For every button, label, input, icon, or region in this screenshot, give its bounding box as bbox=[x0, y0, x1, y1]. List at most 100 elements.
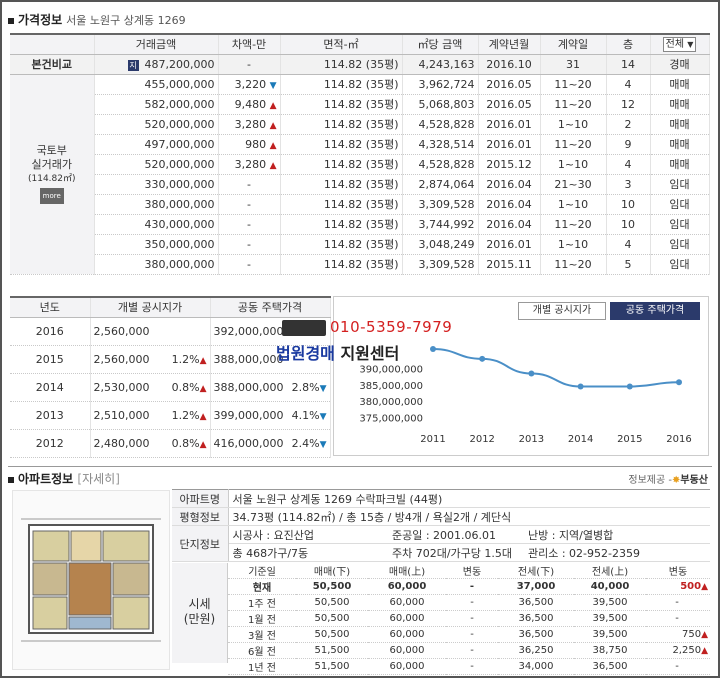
deal-ym: 2015.11 bbox=[478, 254, 541, 275]
deal-row: 380,000,000 - 114.82 (35평) 3,309,528 201… bbox=[10, 194, 710, 215]
deal-ym: 2016.04 bbox=[478, 174, 541, 195]
dropdown-arrow-icon: ▼ bbox=[687, 39, 694, 49]
deal-row: 350,000,000 - 114.82 (35평) 3,048,249 201… bbox=[10, 234, 710, 255]
data-point bbox=[430, 346, 436, 353]
data-point bbox=[577, 383, 584, 390]
deal-type: 임대 bbox=[650, 254, 710, 275]
deal-type: 임대 bbox=[650, 214, 710, 235]
own-row: 본건비교 지 487,200,000 - 114.82 (35평) 4,243,1… bbox=[10, 54, 710, 75]
up-arrow-icon: ▲ bbox=[701, 646, 708, 656]
apt-size-label: 평형정보 bbox=[172, 507, 229, 526]
apt-completed: 준공일 : 2001.06.01 bbox=[388, 525, 524, 544]
gosi-year: 2013 bbox=[10, 401, 91, 430]
deal-diff-cell: 980 ▲ bbox=[218, 134, 281, 155]
up-arrow-icon: ▲ bbox=[199, 383, 207, 394]
gosi-land-pct: 1.2% bbox=[171, 408, 200, 422]
deal-area: 114.82 (35평) bbox=[280, 254, 403, 275]
apt-households: 총 468가구/7동 bbox=[228, 543, 388, 562]
deal-row: 국토부 실거래가 (114.82㎡) more 455,000,000 3,220… bbox=[10, 74, 710, 275]
gosi-land-cell: 2,560,000 bbox=[90, 317, 211, 346]
market-cell: 1월 전 bbox=[228, 610, 296, 627]
deal-floor: 10 bbox=[606, 214, 651, 235]
deal-diff-cell: - bbox=[218, 194, 281, 215]
provider-label: 정보제공 - bbox=[628, 475, 672, 486]
market-change-cell: - bbox=[646, 658, 710, 675]
up-arrow-icon: ▲ bbox=[269, 100, 277, 111]
deal-diff: 3,280 bbox=[234, 117, 267, 131]
market-cell: 50,500 bbox=[296, 610, 368, 627]
deal-floor: 4 bbox=[606, 234, 651, 255]
market-cell: 50,500 bbox=[296, 594, 368, 611]
own-area: 114.82 (35평) bbox=[280, 54, 403, 75]
deal-per-m2: 3,962,724 bbox=[402, 74, 479, 95]
down-arrow-icon: ▼ bbox=[269, 80, 277, 91]
col-floor: 층 bbox=[606, 33, 651, 55]
gosi-land-cell: 2,530,000 0.8%▲ bbox=[90, 373, 211, 402]
market-cell: - bbox=[446, 658, 498, 675]
price-section-title: 가격정보 서울 노원구 상계동 1269 bbox=[8, 11, 186, 28]
market-change: - bbox=[675, 613, 679, 624]
deal-ym: 2016.01 bbox=[478, 134, 541, 155]
deal-day: 1~10 bbox=[540, 114, 607, 135]
market-cell: 36,500 bbox=[574, 658, 646, 675]
data-point bbox=[676, 379, 682, 386]
type-filter-select[interactable]: 전체 ▼ bbox=[662, 36, 697, 52]
deal-type: 임대 bbox=[650, 194, 710, 215]
market-change-cell: - bbox=[646, 594, 710, 611]
deal-row: 582,000,000 9,480 ▲ 114.82 (35평) 5,068,8… bbox=[10, 94, 710, 115]
watermark-name: 법원경매 지원센터 bbox=[276, 340, 399, 364]
deal-per-m2: 4,328,514 bbox=[402, 134, 479, 155]
corner-cell bbox=[10, 33, 95, 55]
side-label-1: 국토부 bbox=[36, 144, 67, 157]
gosi-house-pct: 2.8% bbox=[291, 380, 320, 394]
deal-day: 11~20 bbox=[540, 254, 607, 275]
gosi-house: 388,000,000 bbox=[213, 380, 284, 394]
data-point bbox=[528, 370, 535, 377]
deal-type: 매매 bbox=[650, 154, 710, 175]
filter-value: 전체 bbox=[665, 38, 685, 50]
up-arrow-icon: ▲ bbox=[199, 439, 207, 450]
market-cell: 37,000 bbox=[498, 578, 574, 595]
own-per-m2: 4,243,163 bbox=[402, 54, 479, 75]
market-cell: 36,500 bbox=[498, 610, 574, 627]
deal-ym: 2016.01 bbox=[478, 114, 541, 135]
market-row: 1주 전 50,500 60,000-36,500 39,500- bbox=[228, 594, 710, 611]
market-change: 2,250 bbox=[672, 645, 702, 656]
deal-diff-cell: 3,280 ▲ bbox=[218, 154, 281, 175]
gosi-land-cell: 2,480,000 0.8%▲ bbox=[90, 429, 211, 458]
market-cell: 1년 전 bbox=[228, 658, 296, 675]
x-tick-label: 2013 bbox=[519, 434, 544, 445]
deal-type: 매매 bbox=[650, 74, 710, 95]
apt-section-title: 아파트정보 [자세히] bbox=[8, 470, 120, 487]
provider-name: 부동산 bbox=[680, 475, 708, 486]
market-cell: - bbox=[446, 610, 498, 627]
market-change-cell: 500▲ bbox=[646, 578, 710, 595]
apt-name: 서울 노원구 상계동 1269 수락파크빌 (44평) bbox=[228, 489, 710, 508]
deal-day: 11~20 bbox=[540, 94, 607, 115]
own-amount: 487,200,000 bbox=[144, 57, 215, 71]
deal-ym: 2015.12 bbox=[478, 154, 541, 175]
deal-ym: 2016.01 bbox=[478, 234, 541, 255]
deal-type: 임대 bbox=[650, 174, 710, 195]
gosi-land-pct: 0.8% bbox=[171, 380, 200, 394]
detail-link[interactable]: 자세히 bbox=[82, 472, 115, 486]
gosi-land: 2,480,000 bbox=[93, 436, 150, 450]
market-label-b: (만원) bbox=[183, 612, 216, 626]
deal-amount: 520,000,000 bbox=[94, 154, 219, 175]
deal-floor: 3 bbox=[606, 174, 651, 195]
deal-ym: 2016.05 bbox=[478, 74, 541, 95]
gosi-house-pct: 4.1% bbox=[291, 408, 320, 422]
up-arrow-icon: ▲ bbox=[269, 140, 277, 151]
gosi-col-house: 공동 주택가격 bbox=[210, 296, 331, 318]
more-button[interactable]: more bbox=[39, 188, 64, 204]
market-change: - bbox=[675, 661, 679, 672]
gosi-col-land: 개별 공시지가 bbox=[90, 296, 211, 318]
market-cell: 60,000 bbox=[368, 626, 446, 643]
market-row: 1월 전 50,500 60,000-36,500 39,500- bbox=[228, 610, 710, 627]
market-cell: 38,750 bbox=[574, 642, 646, 659]
y-tick-label: 375,000,000 bbox=[359, 413, 423, 424]
market-cell: - bbox=[446, 642, 498, 659]
provider: 정보제공 -✸부동산 bbox=[628, 471, 708, 486]
type-filter-cell: 전체 ▼ bbox=[650, 33, 710, 55]
market-cell: 51,500 bbox=[296, 658, 368, 675]
